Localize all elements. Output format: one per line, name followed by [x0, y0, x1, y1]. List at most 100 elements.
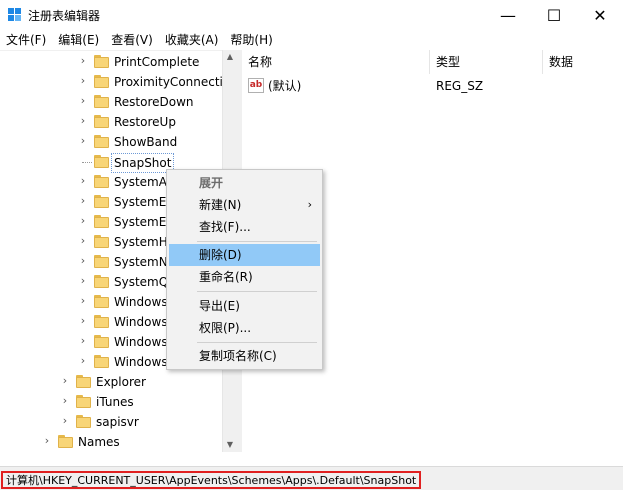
tree-item-label[interactable]: Windows [112, 313, 170, 331]
tree-item[interactable]: › ProximityConnectio [0, 72, 230, 92]
maximize-button[interactable]: ☐ [531, 0, 577, 30]
status-bar: 计算机\HKEY_CURRENT_USER\AppEvents\Schemes\… [0, 466, 623, 490]
tree-item-label[interactable]: ProximityConnectio [112, 73, 232, 91]
column-header-name[interactable]: 名称 [242, 50, 430, 74]
scroll-down-arrow-icon[interactable]: ▼ [223, 438, 237, 452]
expand-chevron-icon[interactable]: › [78, 334, 88, 348]
ctx-new-label: 新建(N) [199, 198, 242, 212]
expand-chevron-icon[interactable]: › [78, 354, 88, 368]
expand-chevron-icon[interactable]: › [78, 114, 88, 128]
expand-chevron-icon[interactable]: › [78, 274, 88, 288]
menu-separator [197, 291, 317, 292]
folder-icon [94, 235, 109, 248]
folder-icon [94, 195, 109, 208]
menu-separator [197, 342, 317, 343]
expand-chevron-icon[interactable]: › [78, 194, 88, 208]
folder-icon [76, 395, 91, 408]
expand-chevron-icon[interactable]: › [78, 254, 88, 268]
menu-view[interactable]: 查看(V) [105, 30, 159, 50]
context-menu: 展开 新建(N) › 查找(F)... 删除(D) 重命名(R) 导出(E) 权… [166, 169, 323, 370]
tree-item[interactable]: › sapisvr [0, 412, 222, 432]
menu-edit[interactable]: 编辑(E) [52, 30, 105, 50]
tree-item-label[interactable]: Windows [112, 333, 170, 351]
folder-icon [94, 355, 109, 368]
folder-icon [94, 75, 109, 88]
tree-item[interactable]: › Explorer [0, 372, 222, 392]
folder-icon [94, 95, 109, 108]
expand-chevron-icon[interactable]: › [60, 414, 70, 428]
column-header-data[interactable]: 数据 [543, 50, 623, 74]
tree-item-label[interactable]: SnapShot [111, 153, 175, 173]
folder-icon [94, 155, 109, 168]
ctx-expand[interactable]: 展开 [169, 172, 320, 194]
expand-chevron-icon[interactable]: › [78, 174, 88, 188]
ctx-copy-key-name[interactable]: 复制项名称(C) [169, 345, 320, 367]
window-title: 注册表编辑器 [28, 9, 101, 23]
menu-separator [197, 241, 317, 242]
column-header-type[interactable]: 类型 [430, 50, 543, 74]
value-type: REG_SZ [436, 79, 484, 93]
menu-bar: 文件(F) 编辑(E) 查看(V) 收藏夹(A) 帮助(H) [0, 30, 623, 50]
folder-icon [94, 115, 109, 128]
folder-icon [94, 215, 109, 228]
expand-chevron-icon[interactable]: › [78, 234, 88, 248]
folder-icon [76, 415, 91, 428]
value-name: (默认) [268, 79, 302, 93]
folder-icon [76, 375, 91, 388]
tree-item[interactable]: › iTunes [0, 392, 222, 412]
tree-item-label[interactable]: Names [76, 433, 122, 451]
tree-item-label[interactable]: Windows [112, 353, 170, 371]
expand-chevron-icon[interactable]: › [42, 434, 52, 448]
ctx-export[interactable]: 导出(E) [169, 295, 320, 317]
expand-chevron-icon[interactable]: › [78, 54, 88, 68]
ctx-delete[interactable]: 删除(D) [169, 244, 320, 266]
tree-item-label[interactable]: PrintComplete [112, 53, 201, 71]
folder-icon [94, 335, 109, 348]
expand-chevron-icon[interactable]: › [60, 394, 70, 408]
ctx-find[interactable]: 查找(F)... [169, 216, 320, 238]
tree-item-label[interactable]: RestoreDown [112, 93, 196, 111]
ctx-new[interactable]: 新建(N) › [169, 194, 320, 216]
tree-item-label[interactable]: RestoreUp [112, 113, 178, 131]
status-path: 计算机\HKEY_CURRENT_USER\AppEvents\Schemes\… [1, 471, 422, 489]
expand-chevron-icon[interactable]: › [78, 94, 88, 108]
tree-item-label[interactable]: Windows [112, 293, 170, 311]
tree-item-label[interactable]: ShowBand [112, 133, 179, 151]
folder-icon [94, 255, 109, 268]
ctx-rename[interactable]: 重命名(R) [169, 266, 320, 288]
scroll-up-arrow-icon[interactable]: ▲ [223, 50, 237, 64]
folder-icon [58, 435, 73, 448]
tree-connector [82, 162, 92, 163]
folder-icon [94, 275, 109, 288]
minimize-button[interactable]: — [485, 0, 531, 30]
close-button[interactable]: ✕ [577, 0, 623, 30]
folder-icon [94, 135, 109, 148]
folder-icon [94, 295, 109, 308]
expand-chevron-icon[interactable]: › [78, 314, 88, 328]
tree-item[interactable]: › Names [0, 432, 222, 452]
tree-item[interactable]: › ShowBand [0, 132, 222, 152]
expand-chevron-icon[interactable]: › [78, 74, 88, 88]
menu-help[interactable]: 帮助(H) [224, 30, 278, 50]
folder-icon [94, 315, 109, 328]
menu-favorites[interactable]: 收藏夹(A) [159, 30, 225, 50]
tree-item[interactable]: › RestoreDown [0, 92, 222, 112]
list-item[interactable]: ab (默认) REG_SZ [242, 76, 623, 96]
tree-item[interactable]: › RestoreUp [0, 112, 222, 132]
title-bar: 注册表编辑器 — ☐ ✕ [0, 0, 623, 30]
ctx-permissions[interactable]: 权限(P)... [169, 317, 320, 339]
expand-chevron-icon[interactable]: › [78, 134, 88, 148]
menu-file[interactable]: 文件(F) [0, 30, 52, 50]
regedit-app-icon [8, 8, 22, 22]
expand-chevron-icon[interactable]: › [78, 214, 88, 228]
folder-icon [94, 55, 109, 68]
tree-item-label[interactable]: sapisvr [94, 413, 141, 431]
folder-icon [94, 175, 109, 188]
submenu-arrow-icon: › [307, 198, 312, 211]
expand-chevron-icon[interactable]: › [60, 374, 70, 388]
tree-item[interactable]: › PrintComplete [0, 52, 222, 72]
string-value-icon: ab [248, 78, 264, 93]
tree-item-label[interactable]: Explorer [94, 373, 148, 391]
tree-item-label[interactable]: iTunes [94, 393, 136, 411]
expand-chevron-icon[interactable]: › [78, 294, 88, 308]
